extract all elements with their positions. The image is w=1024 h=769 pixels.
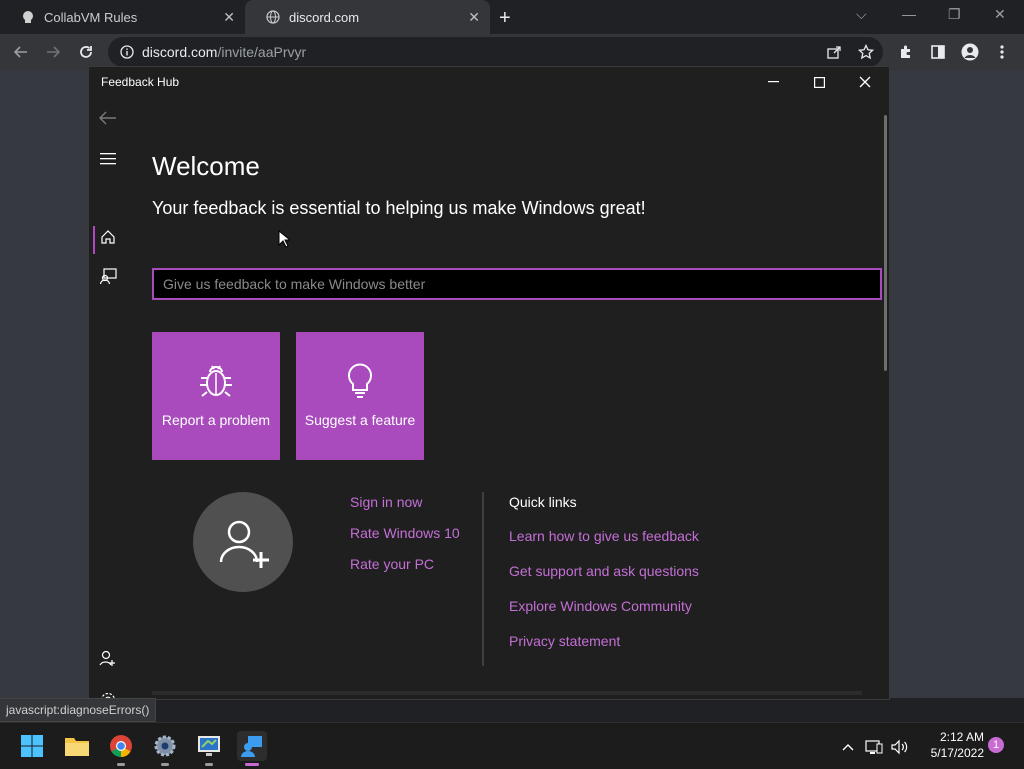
profile-icon[interactable]	[960, 42, 980, 62]
maximize-icon[interactable]	[809, 73, 829, 91]
more-menu-icon[interactable]	[992, 42, 1012, 62]
quick-link-support[interactable]: Get support and ask questions	[509, 563, 699, 579]
tab-collabvm-rules[interactable]: CollabVM Rules ✕	[0, 0, 245, 34]
bookmark-star-icon[interactable]	[856, 42, 876, 62]
report-problem-button[interactable]: Report a problem	[152, 332, 280, 460]
close-icon[interactable]: ✕	[994, 6, 1006, 23]
rate-pc-link[interactable]: Rate your PC	[350, 556, 434, 572]
nav-rail	[89, 97, 127, 708]
address-bar[interactable]: discord.com/invite/aaPrvyr	[108, 37, 883, 67]
tab-close-icon[interactable]: ✕	[223, 9, 235, 26]
add-account-icon[interactable]	[97, 647, 119, 669]
url-path: /invite/aaPrvyr	[217, 44, 307, 60]
chrome-icon[interactable]	[106, 731, 136, 766]
window-title: Feedback Hub	[101, 75, 180, 89]
section-divider	[482, 492, 484, 666]
url-host: discord.com	[142, 44, 218, 60]
clock-date: 5/17/2022	[930, 746, 984, 760]
extensions-icon[interactable]	[896, 42, 916, 62]
taskbar: 2:12 AM 5/17/2022 1	[0, 722, 1024, 769]
restore-icon[interactable]: ❐	[948, 6, 961, 23]
tab-title: discord.com	[289, 9, 360, 25]
feedback-search-input[interactable]	[152, 268, 882, 300]
active-app-indicator	[245, 763, 259, 766]
page-title: Welcome	[152, 151, 260, 181]
remote-desktop-icon[interactable]	[194, 731, 224, 766]
quick-link-community[interactable]: Explore Windows Community	[509, 598, 692, 614]
hamburger-menu-icon[interactable]	[97, 148, 119, 170]
site-info-icon[interactable]	[120, 45, 134, 59]
running-indicator	[205, 763, 213, 766]
clock-time: 2:12 AM	[939, 730, 984, 744]
suggest-feature-button[interactable]: Suggest a feature	[296, 332, 424, 460]
forward-icon[interactable]	[42, 41, 64, 63]
tab-discord[interactable]: discord.com ✕	[245, 0, 490, 34]
tray-overflow-chevron-icon[interactable]	[838, 737, 858, 757]
tab-close-icon[interactable]: ✕	[468, 9, 480, 26]
taskbar-clock[interactable]: 2:12 AM 5/17/2022	[916, 729, 984, 761]
nav-selection-indicator	[93, 226, 95, 254]
bug-icon	[200, 365, 232, 397]
quick-link-privacy[interactable]: Privacy statement	[509, 633, 620, 649]
minimize-icon[interactable]: —	[902, 6, 916, 22]
minimize-icon[interactable]	[763, 73, 783, 91]
back-arrow-icon[interactable]	[97, 107, 119, 129]
side-panel-icon[interactable]	[928, 42, 948, 62]
notification-badge[interactable]: 1	[988, 737, 1004, 753]
running-indicator	[117, 763, 125, 766]
close-icon[interactable]	[855, 73, 875, 91]
quick-link-learn[interactable]: Learn how to give us feedback	[509, 528, 699, 544]
tile-label: Suggest a feature	[304, 412, 416, 428]
file-explorer-icon[interactable]	[62, 731, 92, 761]
tab-title: CollabVM Rules	[44, 9, 138, 25]
globe-icon	[265, 9, 281, 25]
running-indicator	[161, 763, 169, 766]
share-icon[interactable]	[824, 42, 844, 62]
home-icon[interactable]	[97, 226, 119, 248]
content-edge	[152, 691, 862, 695]
feedback-hub-taskbar-icon[interactable]	[237, 731, 267, 766]
feedback-hub-window: Feedback Hub Welcome Your feedback is es…	[88, 66, 890, 708]
page-subtitle: Your feedback is essential to helping us…	[152, 198, 646, 218]
mouse-cursor-icon	[278, 229, 292, 253]
collabvm-icon	[20, 9, 36, 25]
add-user-icon	[219, 520, 269, 568]
add-user-avatar[interactable]	[193, 492, 293, 592]
browser-toolbar: discord.com/invite/aaPrvyr	[0, 34, 1024, 70]
sign-in-link[interactable]: Sign in now	[350, 494, 422, 510]
start-button-windows-icon[interactable]	[17, 731, 47, 761]
reload-icon[interactable]	[75, 41, 97, 63]
browser-tabstrip: CollabVM Rules ✕ discord.com ✕ + ⌵ — ❐ ✕	[0, 0, 1024, 34]
new-tab-icon[interactable]: +	[499, 7, 511, 30]
network-icon[interactable]	[864, 737, 884, 757]
rate-windows-link[interactable]: Rate Windows 10	[350, 525, 460, 541]
lightbulb-icon	[348, 363, 372, 398]
status-bubble: javascript:diagnoseErrors()	[0, 698, 157, 722]
settings-app-icon[interactable]	[150, 731, 180, 766]
scrollbar-thumb[interactable]	[884, 115, 887, 371]
tile-label: Report a problem	[161, 412, 271, 428]
volume-icon[interactable]	[890, 737, 910, 757]
tab-search-chevron-icon[interactable]: ⌵	[856, 6, 867, 23]
quick-links-heading: Quick links	[509, 494, 577, 510]
back-icon[interactable]	[10, 41, 32, 63]
feedback-icon[interactable]	[97, 265, 119, 287]
